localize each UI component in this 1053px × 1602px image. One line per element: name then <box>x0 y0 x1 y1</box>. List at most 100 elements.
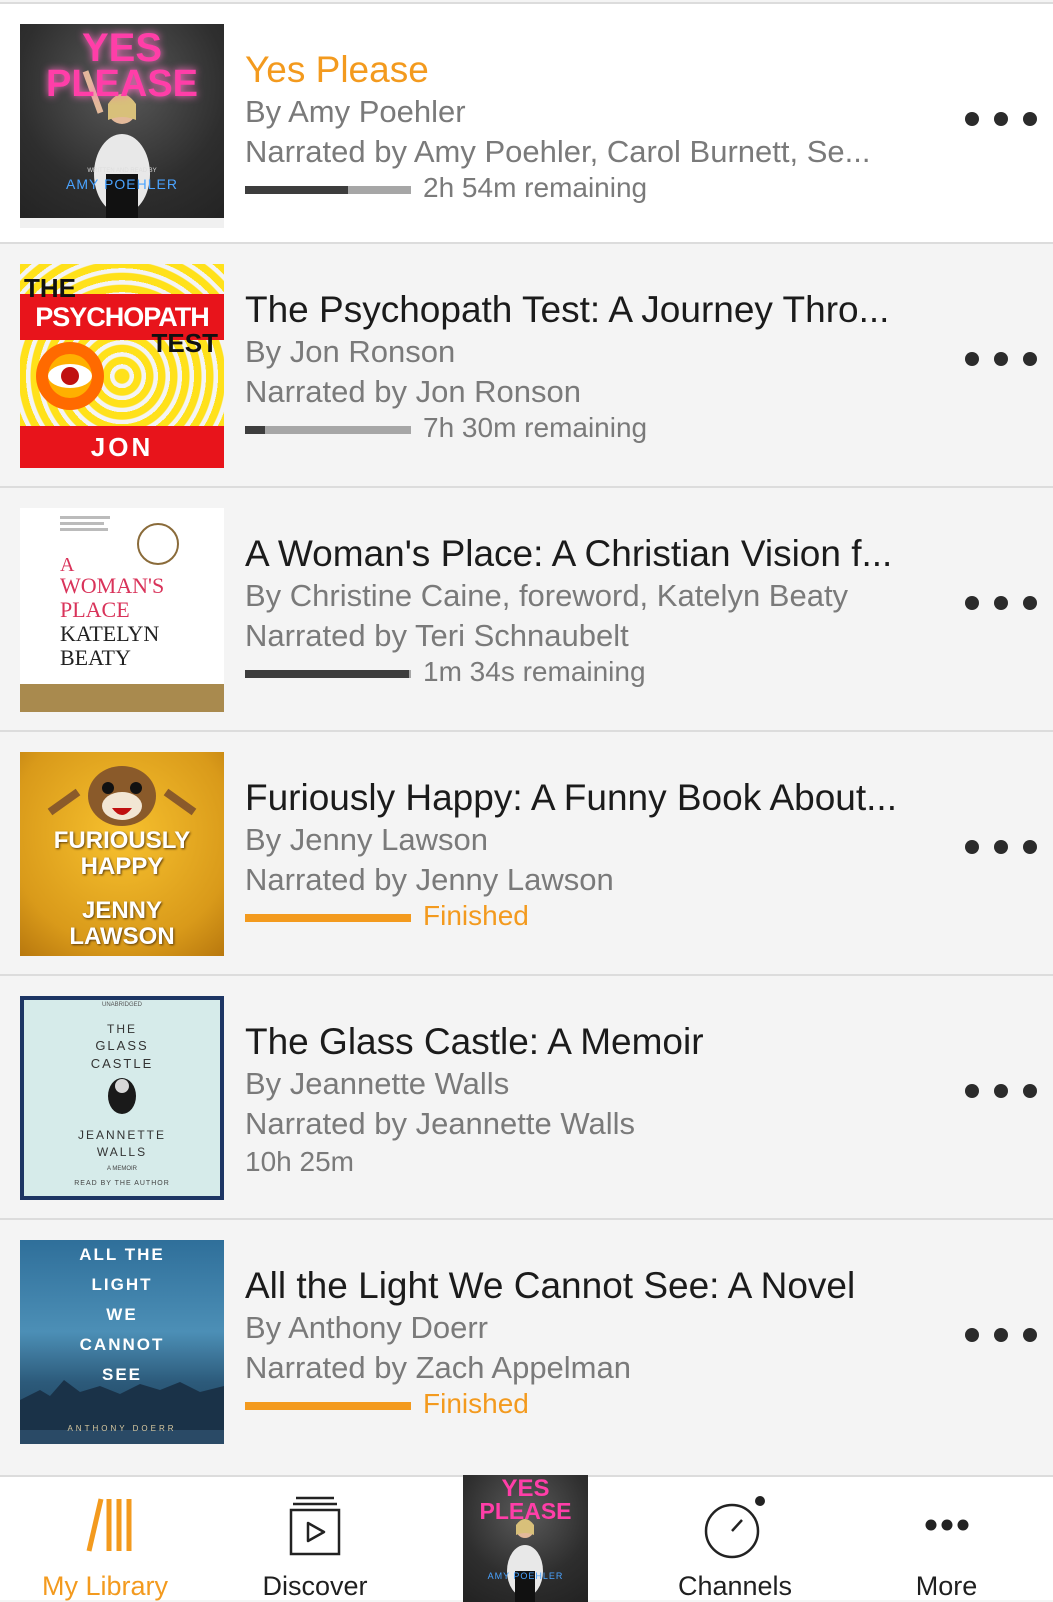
more-dots-icon <box>925 1519 968 1531</box>
tab-channels[interactable]: Channels <box>630 1477 840 1602</box>
dot <box>994 112 1008 126</box>
library-row-yes-please[interactable]: YES PLEASE WRITTEN AND READ BY AMY POEHL… <box>0 2 1053 244</box>
progress-bar-finished <box>245 1402 411 1410</box>
cover-title-line3: TEST <box>151 328 218 358</box>
dot <box>965 112 979 126</box>
library-row-psychopath-test[interactable]: THE PSYCHOPATH TEST JON RONSON The Psych… <box>0 242 1053 484</box>
progress-fill <box>245 186 348 194</box>
dot <box>1023 1328 1037 1342</box>
cover-yes-please[interactable]: YES PLEASE WRITTEN AND READ BY AMY POEHL… <box>20 24 224 228</box>
book-narrator: Narrated by Jon Ronson <box>245 374 582 409</box>
more-options-button[interactable] <box>965 1320 1037 1350</box>
dot <box>965 596 979 610</box>
library-row-all-the-light[interactable]: ALL THE LIGHT WE CANNOT SEE ANTHONY DOER… <box>0 1218 1053 1460</box>
book-narrator: Narrated by Teri Schnaubelt <box>245 618 629 653</box>
book-author: By Jenny Lawson <box>245 822 488 857</box>
cover-glass-castle[interactable]: UNABRIDGED THE GLASS CASTLE JEANNETTE WA… <box>20 996 224 1200</box>
cover-author-line2: WALLS <box>96 1145 148 1159</box>
cover-all-the-light[interactable]: ALL THE LIGHT WE CANNOT SEE ANTHONY DOER… <box>20 1240 224 1444</box>
book-narrator: Narrated by Zach Appelman <box>245 1350 631 1385</box>
progress-fill <box>245 670 410 678</box>
cover-author-line2: LAWSON <box>69 923 175 950</box>
book-author: By Anthony Doerr <box>245 1310 488 1345</box>
book-narrator: Narrated by Jeannette Walls <box>245 1106 635 1141</box>
cover-author: ANTHONY DOERR <box>67 1424 177 1433</box>
dot <box>994 352 1008 366</box>
tab-my-library[interactable]: My Library <box>0 1477 210 1602</box>
time-remaining: 7h 30m remaining <box>423 412 648 443</box>
tab-more[interactable]: More <box>840 1477 1053 1602</box>
library-row-furiously-happy[interactable]: FURIOUSLY HAPPY JENNY LAWSON Furiously H… <box>0 730 1053 972</box>
cover-psychopath-test[interactable]: THE PSYCHOPATH TEST JON RONSON <box>20 264 224 468</box>
cover-author: JON RONSON <box>56 432 185 468</box>
progress-bar <box>245 186 411 194</box>
book-info: Furiously Happy: A Funny Book About... B… <box>245 776 935 936</box>
tab-label: Channels <box>677 1571 793 1601</box>
finished-label: Finished <box>423 900 529 931</box>
channels-icon <box>704 1496 765 1559</box>
more-options-button[interactable] <box>965 344 1037 374</box>
library-list[interactable]: YES PLEASE WRITTEN AND READ BY AMY POEHL… <box>0 0 1053 1475</box>
book-title: The Glass Castle: A Memoir <box>245 1021 704 1062</box>
dot <box>965 840 979 854</box>
tab-label: Discover <box>262 1571 368 1601</box>
progress-row: 7h 30m remaining <box>245 412 935 448</box>
dot <box>1023 112 1037 126</box>
more-options-button[interactable] <box>965 104 1037 134</box>
cover-title-line2: PLEASE <box>45 63 199 105</box>
more-options-button[interactable] <box>965 832 1037 862</box>
tab-label: More <box>915 1571 978 1601</box>
tab-discover[interactable]: Discover <box>210 1477 420 1602</box>
cover-title-line2: HAPPY <box>80 853 164 880</box>
cover-author-line1: KATELYN <box>60 621 160 646</box>
progress-bar <box>245 670 411 678</box>
dot <box>994 1328 1008 1342</box>
book-info: The Glass Castle: A Memoir By Jeannette … <box>245 1020 935 1180</box>
cover-title-line1: THE <box>24 273 76 303</box>
book-title: Yes Please <box>245 49 429 90</box>
cover-title-line1: YES <box>81 26 163 70</box>
discover-icon <box>289 1496 341 1556</box>
cover-title-line5: SEE <box>101 1365 143 1384</box>
cover-title-line1: ALL THE <box>79 1245 165 1264</box>
progress-bar <box>245 426 411 434</box>
dot <box>994 1084 1008 1098</box>
dot <box>965 352 979 366</box>
cover-furiously-happy[interactable]: FURIOUSLY HAPPY JENNY LAWSON <box>20 752 224 956</box>
cover-read-by: READ BY THE AUTHOR <box>74 1180 170 1187</box>
dot <box>965 1084 979 1098</box>
cover-small-text: WRITTEN AND READ BY <box>87 168 157 174</box>
dot <box>965 1328 979 1342</box>
more-options-button[interactable] <box>965 1076 1037 1106</box>
progress-row: Finished <box>245 1388 935 1424</box>
dot <box>1023 596 1037 610</box>
book-title: A Woman's Place: A Christian Vision f... <box>245 533 893 574</box>
cover-title-line4: CANNOT <box>79 1335 165 1354</box>
cover-author-line1: JEANNETTE <box>77 1128 166 1142</box>
now-playing-author: AMY POEHLER <box>487 1571 564 1581</box>
finished-label: Finished <box>423 1388 529 1419</box>
book-title: The Psychopath Test: A Journey Thro... <box>245 289 890 330</box>
progress-fill <box>245 426 265 434</box>
cover-author-line1: JENNY <box>81 897 163 924</box>
cover-title-line3: WE <box>106 1305 138 1324</box>
cover-womans-place[interactable]: A WOMAN'S PLACE KATELYN BEATY <box>20 508 224 712</box>
dot <box>1023 840 1037 854</box>
book-title: Furiously Happy: A Funny Book About... <box>245 777 897 818</box>
tab-bar: My Library Discover YES PLEASE AMY POEHL… <box>0 1475 1053 1602</box>
more-options-button[interactable] <box>965 588 1037 618</box>
cover-title-line2: LIGHT <box>91 1275 153 1294</box>
progress-bar-finished <box>245 914 411 922</box>
book-info: Yes Please By Amy Poehler Narrated by Am… <box>245 48 935 208</box>
now-playing-cover[interactable]: YES PLEASE AMY POEHLER <box>463 1475 588 1602</box>
cover-title-line1: FURIOUSLY <box>53 827 191 854</box>
library-icon <box>86 1498 132 1552</box>
book-info: All the Light We Cannot See: A Novel By … <box>245 1264 935 1424</box>
library-row-glass-castle[interactable]: UNABRIDGED THE GLASS CASTLE JEANNETTE WA… <box>0 974 1053 1216</box>
library-row-womans-place[interactable]: A WOMAN'S PLACE KATELYN BEATY A Woman's … <box>0 486 1053 728</box>
cover-author-line2: BEATY <box>60 645 131 670</box>
time-remaining: 1m 34s remaining <box>423 656 646 687</box>
cover-subtitle: A MEMOIR <box>106 1166 137 1172</box>
book-info: A Woman's Place: A Christian Vision f...… <box>245 532 935 692</box>
cover-title-line2: WOMAN'S <box>60 573 165 598</box>
